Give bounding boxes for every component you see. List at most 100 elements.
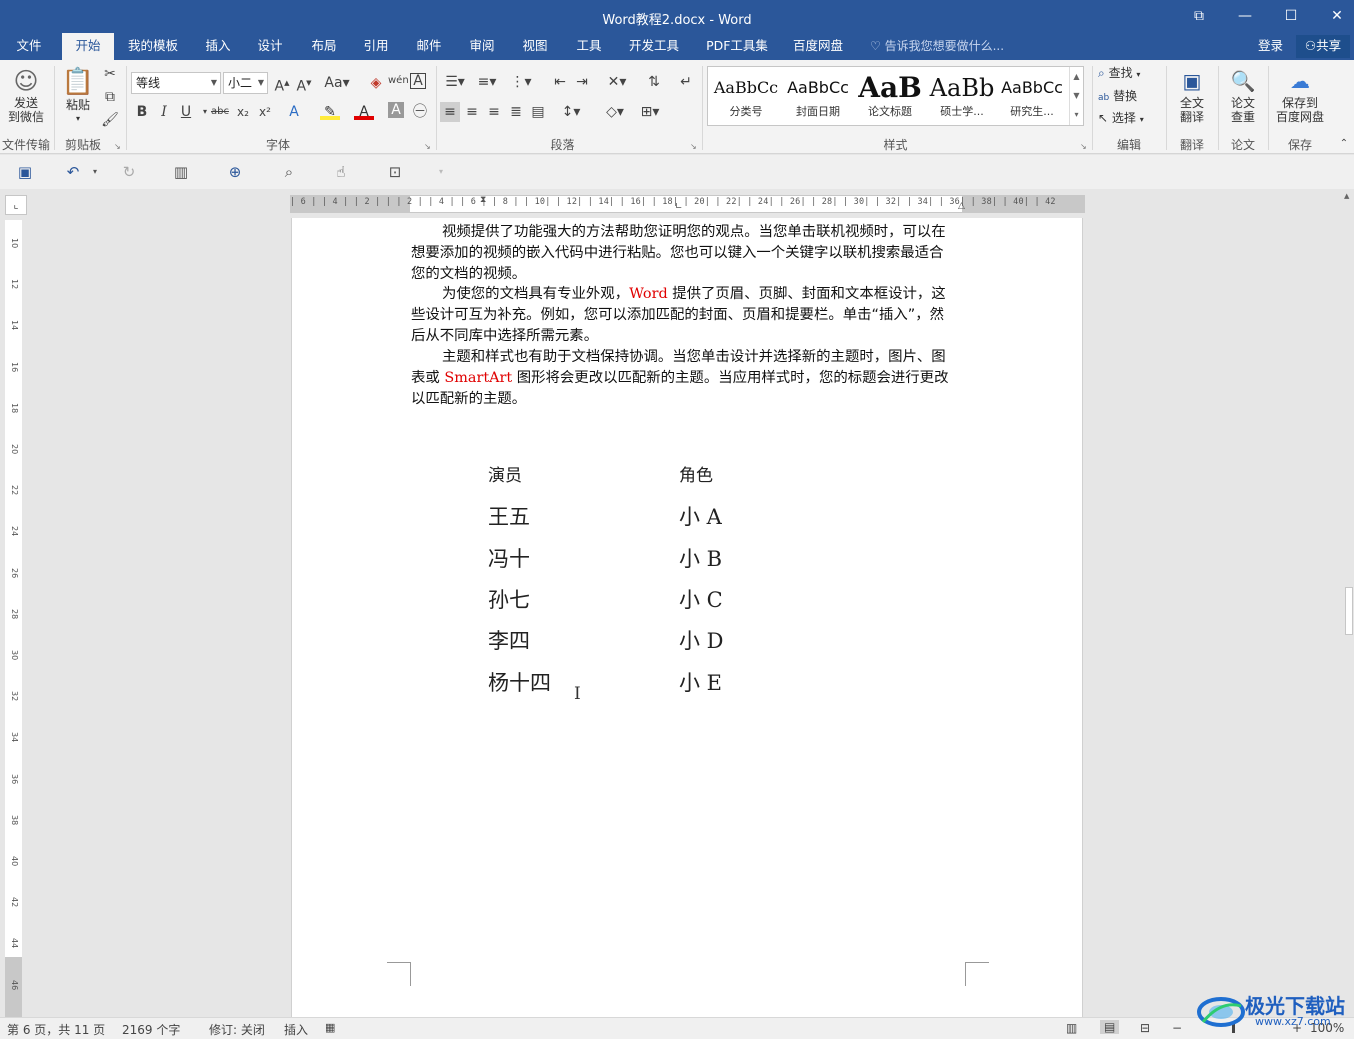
grow-font-icon[interactable]: A▲	[272, 73, 292, 95]
web-icon[interactable]: ⊕	[224, 162, 246, 184]
dialog-launcher-icon[interactable]: ↘	[424, 142, 431, 151]
table-cell[interactable]: 小 A	[679, 501, 722, 531]
undo-icon[interactable]: ↶	[62, 162, 84, 184]
style-item[interactable]: AaB 论文标题	[854, 69, 926, 123]
read-mode-icon[interactable]: ▥	[170, 162, 192, 184]
text-effects-icon[interactable]: A	[284, 102, 304, 122]
subscript-icon[interactable]: x₂	[233, 102, 253, 122]
table-cell[interactable]: 小 C	[679, 584, 723, 614]
cut-icon[interactable]: ✂	[100, 64, 120, 84]
maximize-button[interactable]: ☐	[1268, 0, 1314, 33]
character-shading-icon[interactable]: A	[388, 102, 404, 118]
table-cell[interactable]: 王五	[488, 501, 530, 531]
bullets-icon[interactable]: ☰▾	[442, 72, 468, 92]
enclose-characters-icon[interactable]: ㊀	[410, 102, 430, 122]
right-indent-icon[interactable]: △	[958, 201, 965, 211]
ribbon-display-options-icon[interactable]: ⧉	[1176, 0, 1222, 33]
superscript-icon[interactable]: x²	[255, 102, 275, 122]
table-cell[interactable]: 冯十	[488, 543, 530, 573]
tab-my-templates[interactable]: 我的模板	[120, 33, 186, 60]
find-button[interactable]: ⌕ 查找 ▾	[1098, 66, 1160, 82]
collapse-ribbon-icon[interactable]: ⌃	[1334, 134, 1354, 154]
strikethrough-icon[interactable]: abc	[210, 102, 230, 122]
word-count[interactable]: 2169 个字	[122, 1021, 180, 1038]
paragraph[interactable]: 视频提供了功能强大的方法帮助您证明您的观点。当您单击联机视频时，可以在想要添加的…	[411, 222, 956, 284]
touch-mode-icon[interactable]: ☝	[330, 162, 352, 184]
print-preview-icon[interactable]: ⌕	[278, 162, 300, 184]
font-color-icon[interactable]: A	[354, 102, 374, 120]
italic-icon[interactable]: I	[154, 102, 174, 122]
paragraph[interactable]: 主题和样式也有助于文档保持协调。当您单击设计并选择新的主题时，图片、图表或 Sm…	[411, 347, 956, 409]
track-changes-status[interactable]: 修订: 关闭	[209, 1021, 265, 1038]
redo-icon[interactable]: ↻	[118, 162, 140, 184]
shading-icon[interactable]: ◇▾	[602, 102, 628, 122]
document-page[interactable]: 视频提供了功能强大的方法帮助您证明您的观点。当您单击联机视频时，可以在想要添加的…	[291, 218, 1083, 1023]
select-button[interactable]: ↖ 选择 ▾	[1098, 111, 1160, 127]
tab-layout[interactable]: 布局	[302, 33, 346, 60]
tab-design[interactable]: 设计	[248, 33, 292, 60]
dialog-launcher-icon[interactable]: ↘	[114, 142, 121, 151]
tab-stop-icon[interactable]: ∟	[675, 202, 683, 212]
line-spacing-icon[interactable]: ↕▾	[558, 102, 584, 122]
font-name-combo[interactable]: 等线 ▼	[131, 72, 221, 94]
share-button[interactable]: ⚇共享	[1296, 35, 1350, 58]
full-translate-button[interactable]: ▣ 全文 翻译	[1172, 66, 1212, 124]
format-painter-icon[interactable]: 🖌	[100, 110, 120, 130]
table-cell[interactable]: 小 B	[679, 543, 722, 573]
change-case-icon[interactable]: Aa▾	[322, 73, 352, 93]
replace-button[interactable]: ab 替换	[1098, 89, 1160, 105]
decrease-indent-icon[interactable]: ⇤	[550, 72, 570, 92]
style-item[interactable]: AaBb 硕士学...	[926, 69, 998, 123]
paragraph[interactable]: 为使您的文档具有专业外观，Word 提供了页眉、页脚、封面和文本框设计，这些设计…	[411, 284, 956, 346]
customize-icon[interactable]: ⊡	[384, 162, 406, 184]
vertical-ruler[interactable]: 10 12 14 16 18 20 22 24 26 28 30 32 34 36 38 40 42 44 46	[5, 220, 22, 1017]
dialog-launcher-icon[interactable]: ↘	[690, 142, 697, 151]
tab-pdf-tools[interactable]: PDF工具集	[700, 33, 774, 60]
table-header-actor[interactable]: 演员	[488, 461, 522, 486]
paper-check-button[interactable]: 🔍 论文 查重	[1224, 66, 1262, 124]
table-cell[interactable]: 孙七	[488, 584, 530, 614]
scroll-thumb[interactable]	[1345, 587, 1353, 635]
pinyin-guide-icon[interactable]: wén	[388, 71, 409, 91]
style-item[interactable]: AaBbCc 封面日期	[782, 69, 854, 123]
font-size-combo[interactable]: 小二 ▼	[223, 72, 268, 94]
tab-view[interactable]: 视图	[513, 33, 557, 60]
minimize-button[interactable]: —	[1222, 0, 1268, 33]
table-cell[interactable]: 小 D	[679, 625, 724, 655]
tab-baidu-netdisk[interactable]: 百度网盘	[786, 33, 850, 60]
tab-selector-icon[interactable]: ⌞	[5, 195, 27, 215]
tell-me-search[interactable]: ♡ 告诉我您想要做什么...	[870, 33, 1004, 60]
print-layout-view-icon[interactable]: ▤	[1100, 1020, 1120, 1034]
align-right-icon[interactable]: ≡	[484, 102, 504, 122]
highlight-icon[interactable]: ✎	[320, 102, 340, 120]
table-cell[interactable]: 李四	[488, 625, 530, 655]
macro-icon[interactable]: ▦	[325, 1021, 335, 1034]
tab-developer[interactable]: 开发工具	[622, 33, 686, 60]
table-header-role[interactable]: 角色	[679, 461, 713, 486]
dialog-launcher-icon[interactable]: ↘	[1080, 142, 1087, 151]
style-item[interactable]: AaBbCc 分类号	[710, 69, 782, 123]
chevron-down-icon[interactable]: ▾	[84, 162, 106, 184]
table-cell[interactable]: 杨十四	[488, 667, 551, 697]
bold-icon[interactable]: B	[132, 102, 152, 122]
tab-file[interactable]: 文件	[4, 33, 54, 60]
multilevel-list-icon[interactable]: ⋮▾	[508, 72, 534, 92]
save-baidu-button[interactable]: ☁ 保存到 百度网盘	[1272, 66, 1328, 124]
tab-tools[interactable]: 工具	[567, 33, 611, 60]
increase-indent-icon[interactable]: ⇥	[572, 72, 592, 92]
align-left-icon[interactable]: ≡	[440, 102, 460, 122]
character-border-icon[interactable]: A	[410, 73, 426, 89]
tab-references[interactable]: 引用	[354, 33, 398, 60]
underline-icon[interactable]: U	[176, 102, 196, 122]
clear-formatting-icon[interactable]: ◈	[366, 73, 386, 93]
gallery-scroll[interactable]: ▲ ▼ ▾	[1069, 67, 1083, 125]
show-marks-icon[interactable]: ↵	[676, 72, 696, 92]
tab-home[interactable]: 开始	[62, 33, 114, 61]
align-center-icon[interactable]: ≡	[462, 102, 482, 122]
vertical-scrollbar[interactable]: ▲	[1343, 192, 1354, 1017]
chevron-down-icon[interactable]: ▾	[430, 162, 452, 184]
page-count[interactable]: 第 6 页，共 11 页	[7, 1021, 105, 1038]
shrink-font-icon[interactable]: A▼	[294, 73, 314, 95]
scroll-up-icon[interactable]: ▲	[1344, 192, 1349, 200]
tab-review[interactable]: 审阅	[460, 33, 504, 60]
